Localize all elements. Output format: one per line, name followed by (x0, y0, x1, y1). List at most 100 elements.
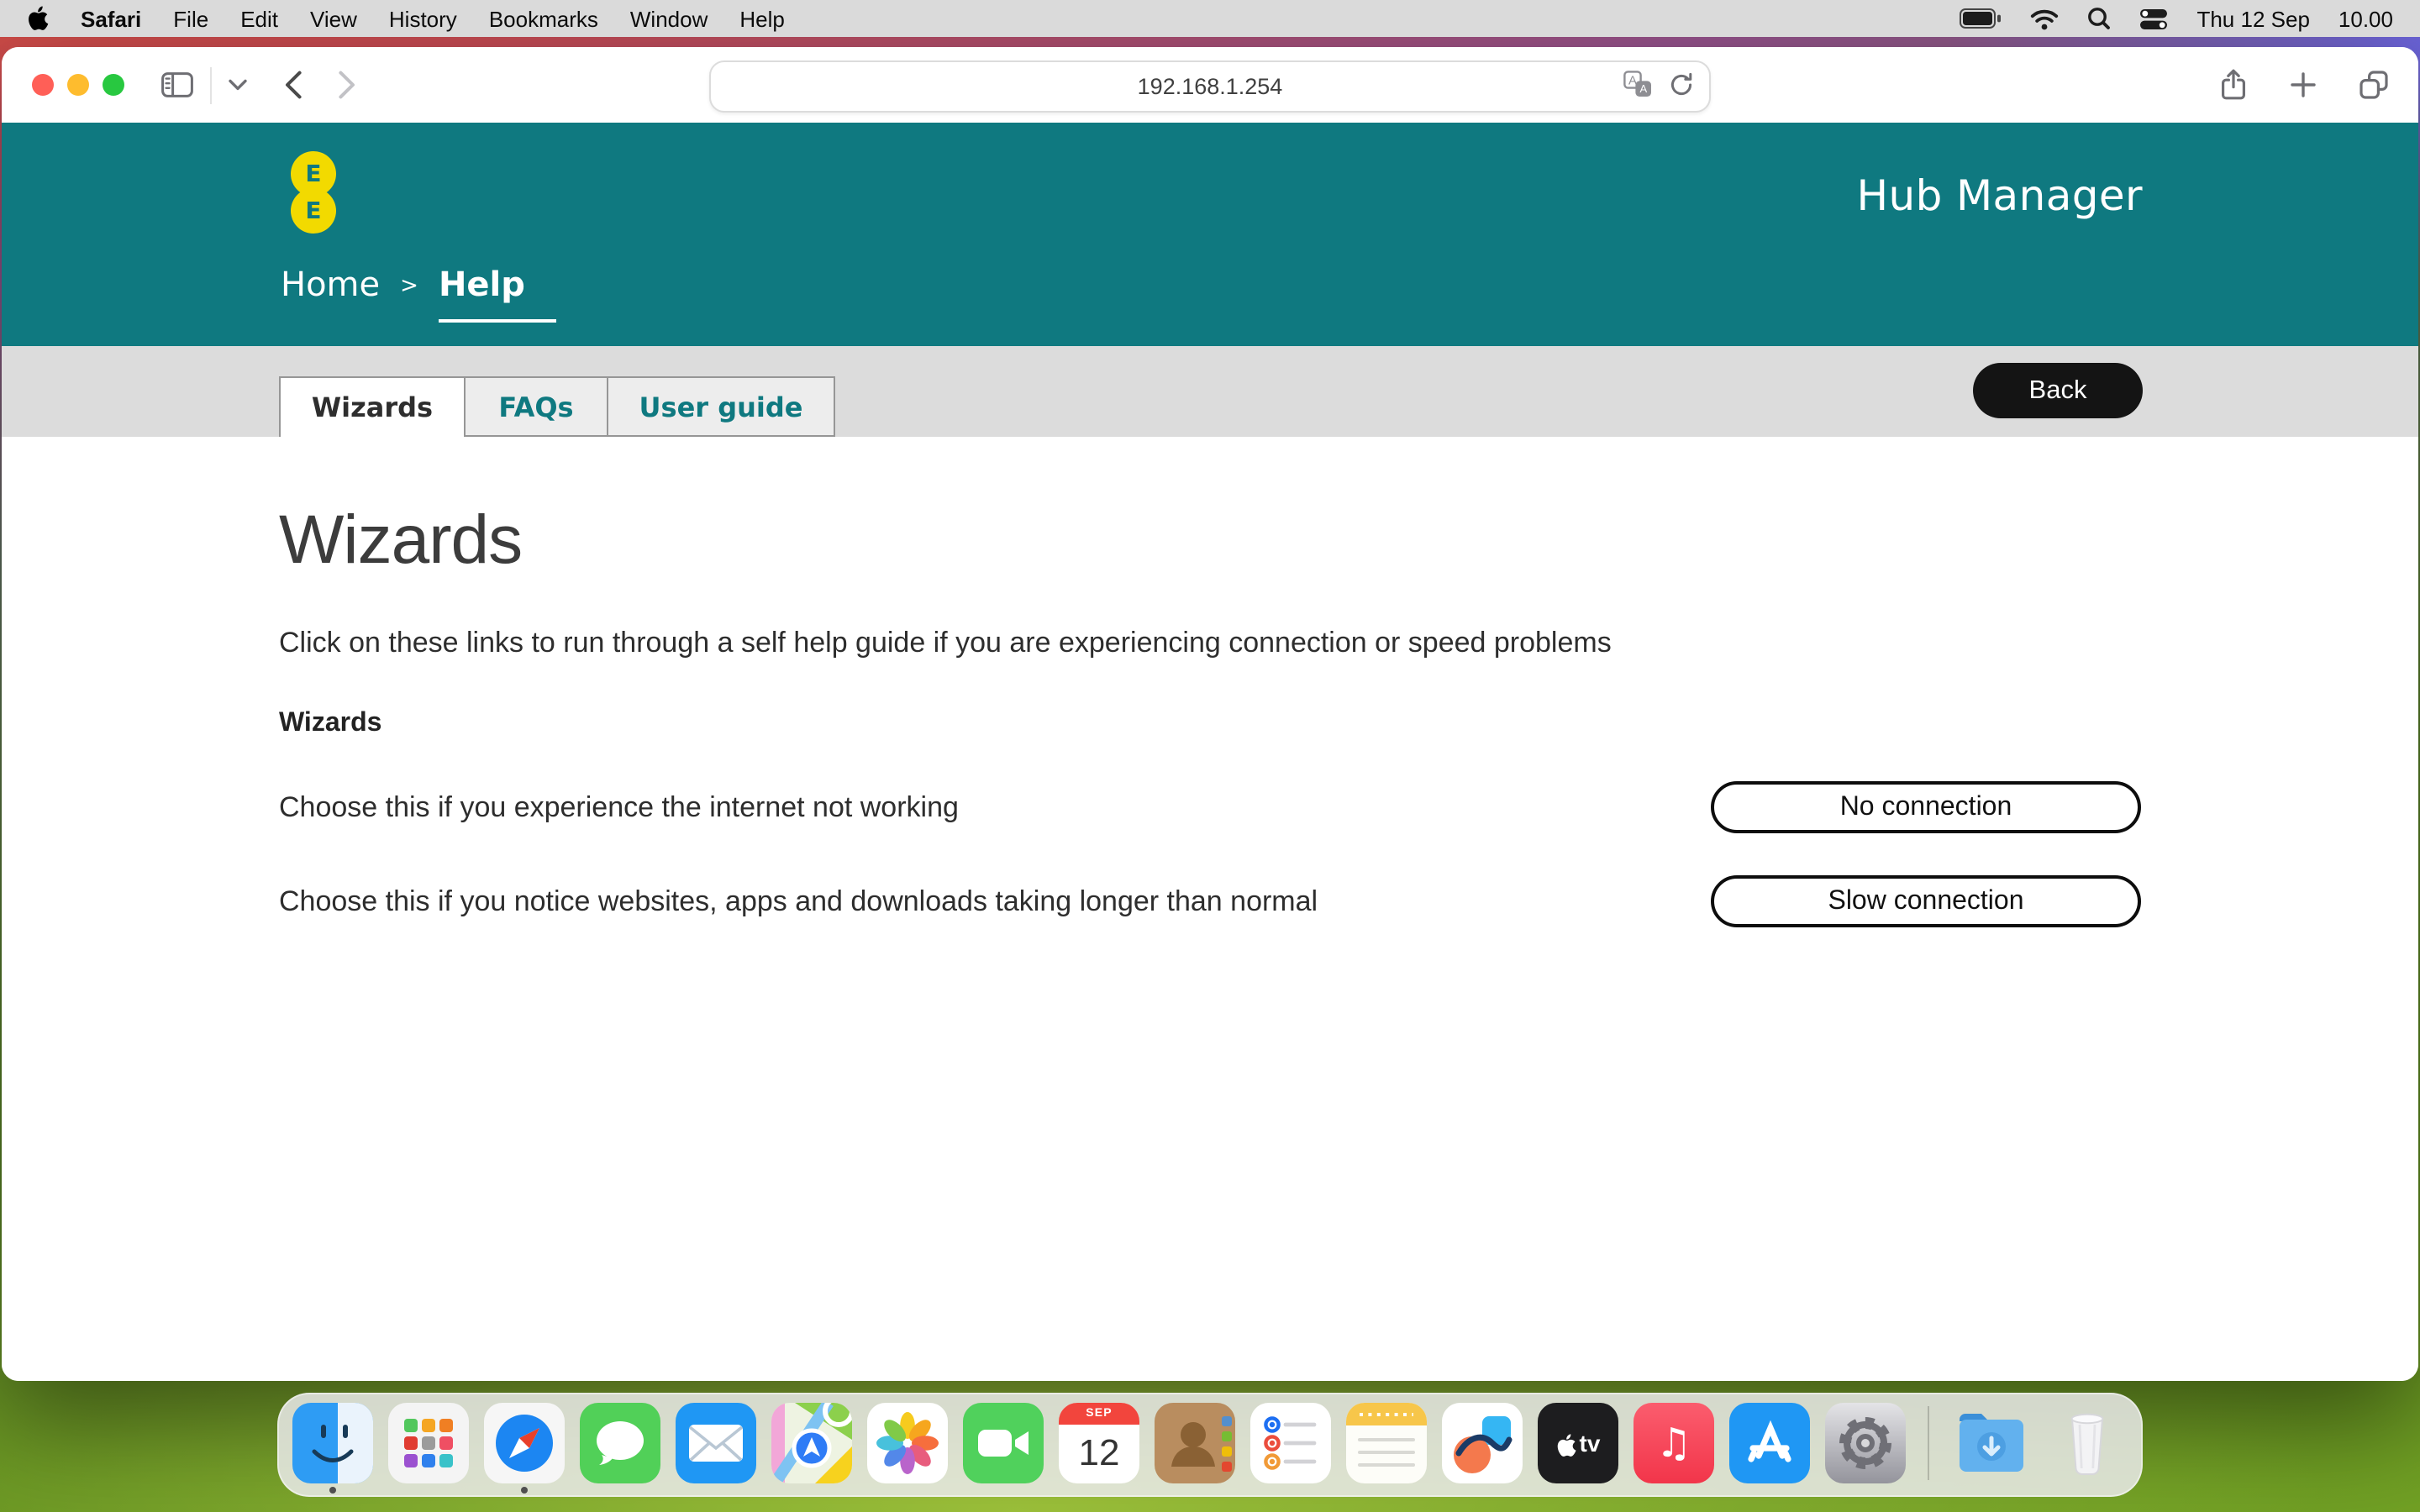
menu-item-bookmarks[interactable]: Bookmarks (489, 6, 598, 31)
toolbar-divider (210, 66, 212, 103)
ee-logo[interactable]: E E (291, 151, 336, 234)
no-connection-button[interactable]: No connection (1711, 781, 2141, 833)
dock-item-reminders[interactable] (1250, 1403, 1331, 1483)
music-note-glyph: ♫ (1655, 1420, 1691, 1467)
dock-item-music[interactable]: ♫ (1634, 1403, 1714, 1483)
dock-item-appletv[interactable]: tv (1538, 1403, 1618, 1483)
music-icon: ♫ (1634, 1403, 1714, 1483)
section-label: Wizards (279, 709, 2141, 739)
ee-logo-bottom-circle: E (291, 188, 336, 234)
breadcrumb: Home > Help (281, 264, 556, 323)
minimize-window-button[interactable] (67, 74, 89, 96)
menu-bar: Safari File Edit View History Bookmarks … (0, 0, 2420, 37)
spotlight-icon[interactable] (2087, 7, 2111, 30)
dock-item-settings[interactable] (1825, 1403, 1906, 1483)
safari-window: 192.168.1.254 AA E E Hub Manager Home (2, 47, 2418, 1381)
breadcrumb-separator: > (400, 274, 418, 299)
calendar-icon: SEP 12 (1059, 1403, 1139, 1483)
photos-icon (867, 1403, 948, 1483)
sidebar-icon[interactable] (161, 72, 193, 97)
freeform-icon (1442, 1403, 1523, 1483)
chevron-down-icon[interactable] (229, 79, 247, 91)
address-bar[interactable]: 192.168.1.254 AA (709, 60, 1711, 113)
control-center-icon[interactable] (2139, 8, 2168, 29)
menu-item-window[interactable]: Window (630, 6, 708, 31)
wifi-icon[interactable] (2030, 8, 2059, 29)
menu-bar-date[interactable]: Thu 12 Sep (2196, 6, 2309, 31)
main-content: Wizards Click on these links to run thro… (2, 437, 2418, 1381)
tab-overview-icon[interactable] (2360, 71, 2388, 99)
dock: SEP 12 tv ♫ (277, 1393, 2143, 1497)
forward-icon[interactable] (338, 71, 356, 99)
dock-item-downloads[interactable] (1951, 1403, 2032, 1483)
dock-item-launchpad[interactable] (388, 1403, 469, 1483)
back-icon[interactable] (284, 71, 302, 99)
dock-item-maps[interactable] (771, 1403, 852, 1483)
settings-gear-icon (1825, 1403, 1906, 1483)
tab-user-guide[interactable]: User guide (608, 376, 835, 437)
svg-text:A: A (1639, 82, 1647, 95)
page-title-brand: Hub Manager (1857, 171, 2144, 220)
maps-icon (771, 1403, 852, 1483)
dock-item-safari[interactable] (484, 1403, 565, 1483)
page-title: Wizards (279, 501, 2141, 580)
dock-item-mail[interactable] (676, 1403, 756, 1483)
app-store-icon (1729, 1403, 1810, 1483)
zoom-window-button[interactable] (103, 74, 124, 96)
reminders-icon (1250, 1403, 1331, 1483)
toolbar-left-controls (161, 66, 356, 103)
dock-item-photos[interactable] (867, 1403, 948, 1483)
dock-item-contacts[interactable] (1155, 1403, 1235, 1483)
dock-item-finder[interactable] (292, 1403, 373, 1483)
menu-item-view[interactable]: View (310, 6, 357, 31)
trash-icon (2047, 1403, 2128, 1483)
browser-toolbar: 192.168.1.254 AA (2, 47, 2418, 123)
menu-item-file[interactable]: File (173, 6, 208, 31)
tab-band: Wizards FAQs User guide Back (2, 346, 2418, 437)
new-tab-icon[interactable] (2291, 72, 2316, 97)
contacts-icon (1155, 1403, 1235, 1483)
dock-item-appstore[interactable] (1729, 1403, 1810, 1483)
menu-item-help[interactable]: Help (739, 6, 785, 31)
dock-item-facetime[interactable] (963, 1403, 1044, 1483)
dock-item-notes[interactable] (1346, 1403, 1427, 1483)
menu-item-safari[interactable]: Safari (81, 6, 141, 31)
notes-icon (1346, 1403, 1427, 1483)
facetime-icon (963, 1403, 1044, 1483)
menu-item-history[interactable]: History (389, 6, 457, 31)
downloads-folder-icon (1951, 1403, 2032, 1483)
apple-tv-label: tv (1580, 1430, 1601, 1457)
tab-faqs[interactable]: FAQs (466, 376, 608, 437)
apple-menu[interactable] (27, 3, 49, 34)
safari-icon (484, 1403, 565, 1483)
close-window-button[interactable] (32, 74, 54, 96)
row-text: Choose this if you experience the intern… (279, 790, 959, 824)
dock-item-messages[interactable] (580, 1403, 660, 1483)
messages-icon (580, 1403, 660, 1483)
finder-icon (292, 1403, 373, 1483)
breadcrumb-home-link[interactable]: Home (281, 264, 380, 304)
wizard-row-slow-connection: Choose this if you notice websites, apps… (279, 875, 2141, 927)
dock-item-freeform[interactable] (1442, 1403, 1523, 1483)
battery-icon[interactable] (1960, 8, 2002, 29)
dock-divider (1928, 1406, 1929, 1480)
breadcrumb-current-help: Help (439, 264, 556, 323)
menu-item-edit[interactable]: Edit (240, 6, 278, 31)
slow-connection-button[interactable]: Slow connection (1711, 875, 2141, 927)
toolbar-right-controls (2220, 69, 2388, 101)
window-controls (32, 74, 124, 96)
site-header: E E Hub Manager Home > Help (2, 123, 2418, 346)
launchpad-icon (388, 1403, 469, 1483)
intro-text: Click on these links to run through a se… (279, 627, 2141, 660)
menu-bar-left: Safari File Edit View History Bookmarks … (27, 3, 785, 34)
back-button[interactable]: Back (1973, 363, 2143, 418)
share-icon[interactable] (2220, 69, 2247, 101)
dock-item-trash[interactable] (2047, 1403, 2128, 1483)
translate-icon[interactable]: AA (1623, 71, 1652, 102)
tab-wizards[interactable]: Wizards (279, 376, 466, 437)
address-url: 192.168.1.254 (1138, 74, 1283, 99)
dock-item-calendar[interactable]: SEP 12 (1059, 1403, 1139, 1483)
reload-icon[interactable] (1669, 71, 1694, 102)
apple-logo-icon (27, 3, 49, 29)
menu-bar-clock[interactable]: 10.00 (2338, 6, 2393, 31)
